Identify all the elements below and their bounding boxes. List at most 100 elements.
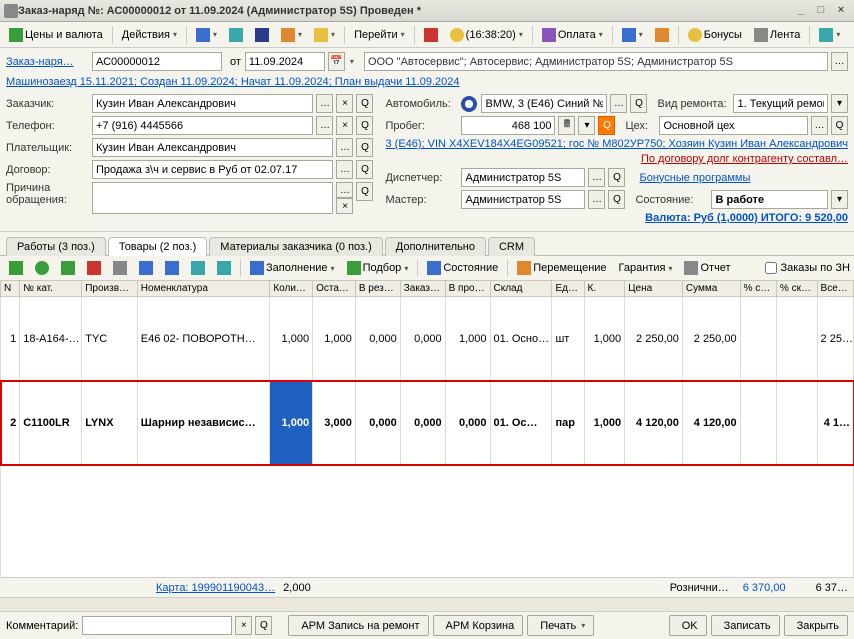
tab-works[interactable]: Работы (3 поз.): [6, 237, 106, 256]
gt-down[interactable]: [160, 258, 184, 278]
calendar-button[interactable]: 📅: [328, 52, 345, 71]
table-row[interactable]: 2C1100LRLYNXШарнир независис… 1,000 3,00…: [1, 381, 854, 465]
gt-edit[interactable]: [56, 258, 80, 278]
actions-menu[interactable]: Действия▾: [117, 25, 182, 45]
save-button[interactable]: Записать: [711, 615, 780, 636]
tel-x[interactable]: ×: [336, 116, 353, 135]
gt-move[interactable]: Перемещение: [512, 258, 611, 278]
comment-input[interactable]: [86, 620, 228, 632]
ok-button[interactable]: OK: [669, 615, 707, 636]
master-input[interactable]: [465, 194, 581, 206]
gt-up[interactable]: [134, 258, 158, 278]
comment-q[interactable]: Q: [255, 616, 272, 635]
shop-dots[interactable]: …: [811, 116, 828, 135]
car-dots[interactable]: …: [610, 94, 627, 113]
table-row[interactable]: 118-A164-…TYCE46 02- ПОВОРОТН… 1,0001,00…: [1, 297, 854, 381]
col-p1[interactable]: % с…: [740, 281, 776, 297]
col-sum[interactable]: Сумма: [682, 281, 740, 297]
gt-copy[interactable]: [108, 258, 132, 278]
close-doc-button[interactable]: Закрыть: [784, 615, 848, 636]
history-line[interactable]: Машинозаезд 15.11.2021; Создан 11.09.202…: [6, 74, 848, 90]
gt-select[interactable]: Подбор▾: [342, 258, 414, 278]
run-input[interactable]: [465, 120, 551, 132]
tool-9[interactable]: ▾: [814, 25, 845, 45]
run-dd[interactable]: ▾: [578, 116, 595, 135]
reason-dots[interactable]: …: [336, 182, 353, 198]
comment-x[interactable]: ×: [235, 616, 252, 635]
tool-3[interactable]: [250, 25, 274, 45]
h-scrollbar[interactable]: [0, 597, 854, 611]
cust-q[interactable]: Q: [356, 94, 373, 113]
tel-dots[interactable]: …: [316, 116, 333, 135]
arm-cart-button[interactable]: АРМ Корзина: [433, 615, 524, 636]
tab-crm[interactable]: CRM: [488, 237, 535, 256]
state-dd[interactable]: ▾: [831, 190, 848, 209]
reason-x[interactable]: ×: [336, 198, 353, 214]
col-tot[interactable]: Все…: [817, 281, 853, 297]
car-q[interactable]: Q: [630, 94, 647, 113]
vin-link[interactable]: 3 (E46); VIN X4XEV184X4EG09521; гос № М8…: [385, 138, 848, 150]
rep-dd[interactable]: ▾: [831, 94, 848, 113]
col-res[interactable]: В рез…: [355, 281, 400, 297]
cust-x[interactable]: ×: [336, 94, 353, 113]
tel-q[interactable]: Q: [356, 116, 373, 135]
time-button[interactable]: (16:38:20)▾: [445, 25, 528, 45]
payer-input[interactable]: [96, 142, 329, 154]
state-input[interactable]: [715, 194, 824, 206]
shop-q[interactable]: Q: [831, 116, 848, 135]
disp-dots[interactable]: …: [588, 168, 605, 187]
gt-sort-za[interactable]: [212, 258, 236, 278]
gt-warranty[interactable]: Гарантия▾: [614, 258, 678, 278]
payer-q[interactable]: Q: [356, 138, 373, 157]
date-input[interactable]: [249, 56, 321, 68]
payer-dots[interactable]: …: [336, 138, 353, 157]
col-wh[interactable]: Склад: [490, 281, 552, 297]
goto-menu[interactable]: Перейти▾: [349, 25, 410, 45]
col-n[interactable]: N: [1, 281, 20, 297]
reason-input[interactable]: [96, 184, 329, 212]
col-cat[interactable]: № кат.: [20, 281, 82, 297]
contr-dots[interactable]: …: [336, 160, 353, 179]
orders-by-zn-check[interactable]: Заказы по ЗН: [765, 262, 850, 274]
col-mfr[interactable]: Произв…: [82, 281, 138, 297]
qty-cell-selected[interactable]: 1,000: [270, 381, 313, 465]
gt-sort-az[interactable]: [186, 258, 210, 278]
col-nom[interactable]: Номенклатура: [137, 281, 270, 297]
shop-input[interactable]: [663, 120, 804, 132]
gt-state[interactable]: Состояние: [422, 258, 503, 278]
prices-button[interactable]: Цены и валюта: [4, 25, 108, 45]
total-link[interactable]: Валюта: Руб (1,0000) ИТОГО: 9 520,00: [385, 212, 848, 224]
master-dots[interactable]: …: [588, 190, 605, 209]
tool-2[interactable]: [224, 25, 248, 45]
run-warn[interactable]: Q: [598, 116, 615, 135]
tab-goods[interactable]: Товары (2 поз.): [108, 237, 207, 256]
tool-8[interactable]: [650, 25, 674, 45]
gt-fill[interactable]: Заполнение▾: [245, 258, 340, 278]
bonus-button[interactable]: Бонусы: [683, 25, 747, 45]
col-prod[interactable]: В про…: [445, 281, 490, 297]
close-button[interactable]: ×: [832, 3, 850, 19]
gt-report[interactable]: Отчет: [679, 258, 735, 278]
order-number-input[interactable]: [96, 56, 218, 68]
tool-4[interactable]: ▾: [276, 25, 307, 45]
gt-tool-1[interactable]: [4, 258, 28, 278]
print-button[interactable]: Печать▾: [527, 615, 594, 636]
col-price[interactable]: Цена: [625, 281, 683, 297]
arm-repair-button[interactable]: АРМ Запись на ремонт: [288, 615, 428, 636]
tab-extra[interactable]: Дополнительно: [385, 237, 486, 256]
bonus-link[interactable]: Бонусные программы: [639, 172, 750, 184]
minimize-button[interactable]: _: [792, 3, 810, 19]
cust-dots[interactable]: …: [316, 94, 333, 113]
tab-materials[interactable]: Материалы заказчика (0 поз.): [209, 237, 383, 256]
tool-1[interactable]: ▾: [191, 25, 222, 45]
gt-del[interactable]: [82, 258, 106, 278]
card-link[interactable]: Карта: 199901190043…: [156, 582, 275, 594]
debt-link[interactable]: По договору долг контрагенту составл…: [385, 153, 848, 165]
contr-q[interactable]: Q: [356, 160, 373, 179]
pay-button[interactable]: Оплата▾: [537, 25, 608, 45]
restore-button[interactable]: □: [812, 3, 830, 19]
customer-input[interactable]: [96, 98, 309, 110]
dispatcher-input[interactable]: [465, 172, 581, 184]
car-input[interactable]: [485, 98, 603, 110]
phone-input[interactable]: [96, 120, 309, 132]
